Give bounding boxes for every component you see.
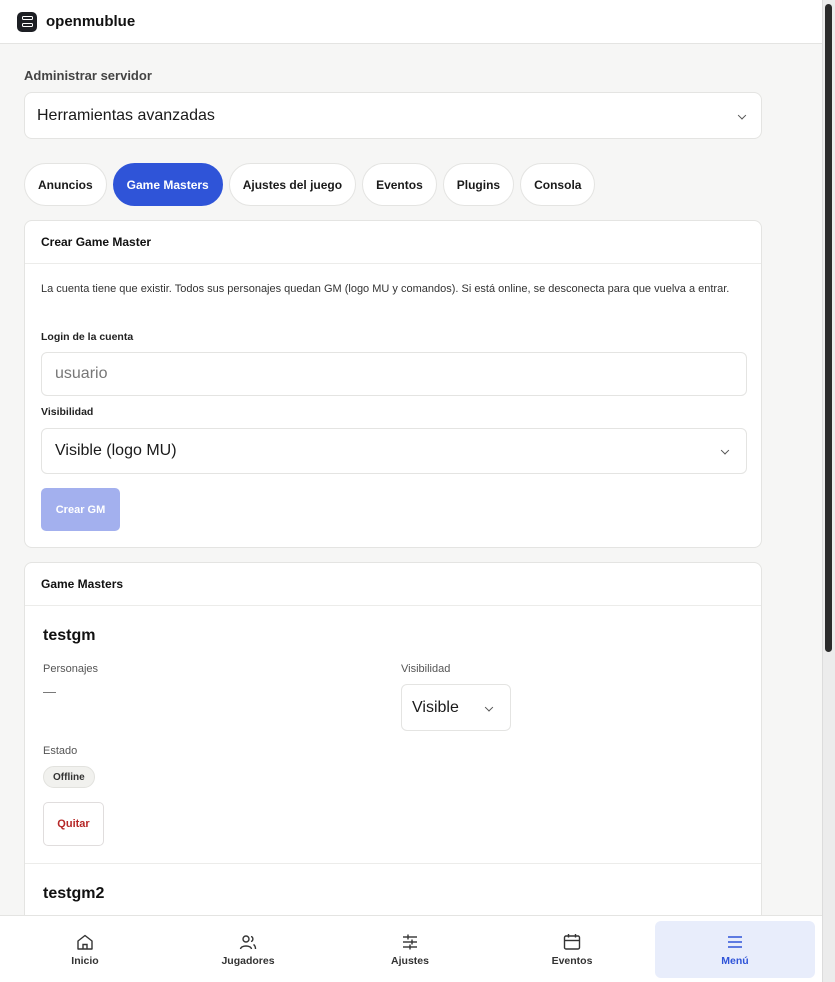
nav-menu[interactable]: Menú	[655, 921, 815, 978]
tool-select[interactable]: Herramientas avanzadas	[24, 92, 762, 139]
home-icon	[77, 934, 93, 950]
visibility-select[interactable]: Visible (logo MU)	[41, 428, 747, 474]
nav-label: Menú	[721, 954, 749, 967]
nav-inicio[interactable]: Inicio	[5, 921, 165, 978]
row-divider	[25, 863, 761, 864]
top-bar: openmublue	[0, 0, 822, 44]
login-label: Login de la cuenta	[41, 331, 134, 343]
bottom-nav: Inicio Jugadores Ajustes Eventos Menú	[0, 915, 822, 982]
nav-jugadores[interactable]: Jugadores	[168, 921, 328, 978]
gm-name: testgm	[43, 627, 96, 644]
tab-bar: Anuncios Game Masters Ajustes del juego …	[24, 163, 596, 206]
tool-select-value: Herramientas avanzadas	[37, 106, 215, 124]
create-gm-description: La cuenta tiene que existir. Todos sus p…	[41, 283, 730, 295]
nav-eventos[interactable]: Eventos	[492, 921, 652, 978]
chevron-down-icon	[737, 110, 747, 120]
login-placeholder: usuario	[55, 365, 108, 382]
chevron-down-icon	[720, 446, 730, 455]
tab-game-masters[interactable]: Game Masters	[112, 163, 223, 206]
chevron-down-icon	[484, 702, 494, 712]
characters-value: —	[43, 684, 56, 699]
nav-label: Inicio	[71, 954, 99, 967]
tab-plugins[interactable]: Plugins	[442, 163, 515, 206]
tab-anuncios[interactable]: Anuncios	[24, 163, 107, 206]
status-badge: Offline	[43, 766, 95, 788]
create-gm-title: Crear Game Master	[25, 221, 761, 264]
gm-list-card: Game Masters testgm Personajes — Visibil…	[24, 562, 762, 962]
sliders-icon	[403, 934, 417, 949]
users-icon	[239, 934, 257, 949]
tab-eventos[interactable]: Eventos	[362, 163, 437, 206]
section-label: Administrar servidor	[24, 68, 152, 83]
nav-label: Eventos	[551, 954, 593, 967]
nav-label: Jugadores	[221, 954, 275, 967]
scrollbar-track[interactable]	[822, 0, 835, 982]
remove-gm-button[interactable]: Quitar	[43, 802, 104, 846]
brand-name[interactable]: openmublue	[46, 13, 135, 30]
status-label: Estado	[43, 745, 78, 757]
gm-visibility-select[interactable]: Visible	[401, 684, 511, 731]
tab-consola[interactable]: Consola	[520, 163, 596, 206]
tab-ajustes-del-juego[interactable]: Ajustes del juego	[228, 163, 357, 206]
nav-label: Ajustes	[391, 954, 429, 967]
create-gm-card: Crear Game Master La cuenta tiene que ex…	[24, 220, 762, 548]
create-gm-button[interactable]: Crear GM	[41, 488, 120, 531]
calendar-icon	[563, 933, 581, 950]
gm-name: testgm2	[43, 885, 105, 902]
characters-label: Personajes	[43, 663, 99, 675]
menu-icon	[728, 935, 742, 948]
scrollbar-thumb[interactable]	[825, 4, 832, 652]
gm-visibility-value: Visible	[412, 698, 459, 716]
nav-ajustes[interactable]: Ajustes	[330, 921, 490, 978]
visibility-select-value: Visible (logo MU)	[55, 442, 177, 459]
gm-list-title: Game Masters	[25, 563, 761, 606]
app-logo-icon[interactable]	[17, 11, 37, 32]
visibility-label: Visibilidad	[41, 406, 94, 418]
gm-visibility-label: Visibilidad	[401, 663, 451, 675]
login-input[interactable]: usuario	[41, 352, 747, 396]
